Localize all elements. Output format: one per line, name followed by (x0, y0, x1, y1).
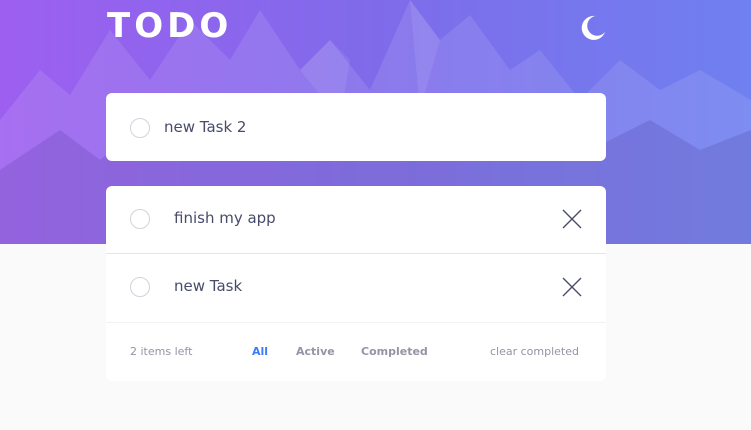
clear-completed-button[interactable]: clear completed (490, 345, 579, 359)
circle-icon[interactable] (130, 118, 150, 138)
close-icon (562, 277, 582, 297)
list-footer: 2 items left All Active Completed clear … (106, 322, 606, 381)
close-icon (562, 209, 582, 229)
filter-completed-button[interactable]: Completed (361, 345, 428, 359)
items-left-count: 2 items left (130, 345, 193, 358)
todo-text: finish my app (174, 209, 276, 227)
todo-text: new Task (174, 277, 243, 295)
circle-icon[interactable] (130, 277, 150, 297)
delete-button[interactable] (562, 209, 582, 229)
list-item: finish my app (106, 186, 606, 254)
filter-active-button[interactable]: Active (296, 345, 335, 359)
new-todo-card (106, 93, 606, 161)
delete-button[interactable] (562, 277, 582, 297)
todo-list: finish my app new Task 2 items left All … (106, 186, 606, 381)
app-title: TODO (107, 6, 233, 46)
moon-icon (581, 15, 605, 40)
new-todo-input[interactable] (164, 115, 584, 139)
circle-icon[interactable] (130, 209, 150, 229)
filter-all-button[interactable]: All (252, 345, 268, 359)
theme-toggle-button[interactable] (576, 12, 608, 44)
list-item: new Task (106, 254, 606, 321)
